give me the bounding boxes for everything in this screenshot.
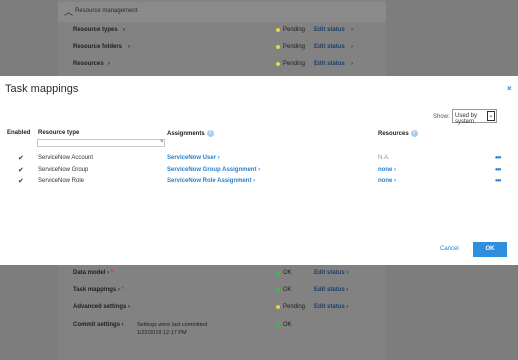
- assignment-label: ServiceNow Role Assignment: [167, 178, 252, 184]
- assignment-link[interactable]: ServiceNow Role Assignment ›: [167, 178, 255, 184]
- settings-row: Advanced settings › Pending Edit status …: [73, 302, 373, 314]
- chevron-right-icon: ›: [351, 44, 353, 50]
- edit-status-link[interactable]: Edit status ›: [314, 270, 348, 276]
- enabled-checkbox[interactable]: ✔: [18, 178, 25, 185]
- column-header-resource-type[interactable]: Resource type: [38, 130, 79, 136]
- ok-button[interactable]: OK: [473, 242, 507, 257]
- row-name[interactable]: Resources: [73, 61, 104, 67]
- ok-dot-icon: [276, 323, 280, 327]
- row-name-label: Advanced settings: [73, 304, 127, 310]
- resource-type-cell: ServiceNow Group: [38, 167, 89, 173]
- column-header-assignments: Assignments i: [167, 130, 214, 137]
- table-row: ✔ ServiceNow Account ServiceNow User › N…: [0, 153, 518, 164]
- pending-dot-icon: [276, 62, 280, 66]
- row-name-label: Commit settings: [73, 322, 121, 328]
- settings-row: Resource folders › Pending Edit status ›: [73, 42, 373, 54]
- row-name-label: Data model: [73, 270, 106, 276]
- edit-status-link[interactable]: Edit status: [314, 44, 345, 50]
- chevron-right-icon: ›: [128, 44, 130, 50]
- ok-dot-icon: [276, 271, 280, 275]
- assignment-label: ServiceNow User: [167, 155, 217, 161]
- row-status: Pending: [283, 304, 306, 310]
- column-header-resources: Resources i: [378, 130, 418, 137]
- row-name-label: Task mappings: [73, 287, 117, 293]
- resource-management-header[interactable]: ︿ Resource management: [58, 2, 386, 22]
- show-select-value: Used by system: [455, 113, 478, 125]
- dialog-title: Task mappings: [5, 83, 79, 95]
- assignment-link[interactable]: ServiceNow User ›: [167, 155, 220, 161]
- close-icon[interactable]: ×: [507, 84, 512, 93]
- edit-status-link[interactable]: Edit status: [314, 61, 345, 67]
- required-marker: *: [121, 287, 124, 293]
- row-status: OK: [283, 287, 292, 293]
- more-options-icon[interactable]: •••: [495, 165, 501, 174]
- info-icon[interactable]: i: [410, 130, 418, 137]
- row-status: OK: [283, 322, 292, 328]
- row-name[interactable]: Task mappings › *: [73, 287, 124, 293]
- column-header-label: Resources: [378, 131, 409, 138]
- chevron-right-icon: ›: [351, 27, 353, 33]
- show-filter-select[interactable]: Used by system ⌄: [452, 109, 497, 125]
- resource-type-filter-input[interactable]: [37, 139, 165, 147]
- clear-filter-icon[interactable]: ×: [160, 139, 164, 145]
- row-name[interactable]: Advanced settings ›: [73, 304, 130, 310]
- resources-link[interactable]: none ›: [378, 167, 396, 173]
- chevron-right-icon: ›: [351, 61, 353, 67]
- enabled-checkbox[interactable]: ✔: [18, 167, 25, 174]
- cancel-button[interactable]: Cancel: [440, 246, 459, 252]
- more-options-icon[interactable]: •••: [495, 153, 501, 162]
- row-name[interactable]: Resource folders: [73, 44, 122, 50]
- edit-status-link[interactable]: Edit status ›: [314, 287, 348, 293]
- chevron-up-icon: ︿: [64, 7, 74, 17]
- table-row: ✔ ServiceNow Role ServiceNow Role Assign…: [0, 176, 518, 187]
- resources-label: none: [378, 178, 393, 184]
- row-status: Pending: [283, 44, 306, 50]
- edit-status-link[interactable]: Edit status ›: [314, 304, 348, 310]
- assignment-link[interactable]: ServiceNow Group Assignment ›: [167, 167, 260, 173]
- settings-row: Data model › * OK Edit status ›: [73, 268, 373, 280]
- edit-status-label: Edit status: [314, 287, 345, 293]
- row-status: Pending: [283, 61, 306, 67]
- settings-row: Resource types › Pending Edit status ›: [73, 25, 373, 37]
- ok-dot-icon: [276, 288, 280, 292]
- show-label: Show:: [433, 114, 450, 120]
- chevron-right-icon: ›: [108, 61, 110, 67]
- resources-link[interactable]: none ›: [378, 178, 396, 184]
- pending-dot-icon: [276, 45, 280, 49]
- column-header-label: Assignments: [167, 131, 205, 138]
- chevron-right-icon: ›: [123, 27, 125, 33]
- section-label: Resource management: [75, 8, 138, 14]
- pending-dot-icon: [276, 305, 280, 309]
- info-icon[interactable]: i: [206, 130, 214, 137]
- resource-type-cell: ServiceNow Role: [38, 178, 85, 184]
- edit-status-link[interactable]: Edit status: [314, 27, 345, 33]
- row-name[interactable]: Resource types: [73, 27, 118, 33]
- more-options-icon[interactable]: •••: [495, 176, 501, 185]
- resources-label: none: [378, 167, 393, 173]
- resources-cell: N.A.: [378, 155, 390, 161]
- settings-row: Resources › Pending Edit status ›: [73, 59, 373, 71]
- settings-row: Commit settings › Settings were last com…: [73, 320, 373, 340]
- assignment-label: ServiceNow Group Assignment: [167, 167, 257, 173]
- edit-status-label: Edit status: [314, 304, 345, 310]
- commit-note: Settings were last committed: [137, 322, 208, 328]
- chevron-down-icon: ⌄: [487, 111, 495, 121]
- task-mappings-dialog: Task mappings × Show: Used by system ⌄ E…: [0, 76, 518, 265]
- edit-status-label: Edit status: [314, 270, 345, 276]
- enabled-checkbox[interactable]: ✔: [18, 155, 25, 162]
- row-name[interactable]: Commit settings ›: [73, 322, 124, 328]
- row-status: Pending: [283, 27, 306, 33]
- commit-date: 1/22/2019 12:17 PM: [137, 330, 187, 336]
- resource-type-cell: ServiceNow Account: [38, 155, 94, 161]
- column-header-enabled: Enabled: [7, 130, 31, 136]
- pending-dot-icon: [276, 28, 280, 32]
- required-marker: *: [110, 270, 114, 276]
- table-row: ✔ ServiceNow Group ServiceNow Group Assi…: [0, 165, 518, 176]
- row-status: OK: [283, 270, 292, 276]
- row-name[interactable]: Data model › *: [73, 270, 113, 276]
- settings-row: Task mappings › * OK Edit status ›: [73, 285, 373, 297]
